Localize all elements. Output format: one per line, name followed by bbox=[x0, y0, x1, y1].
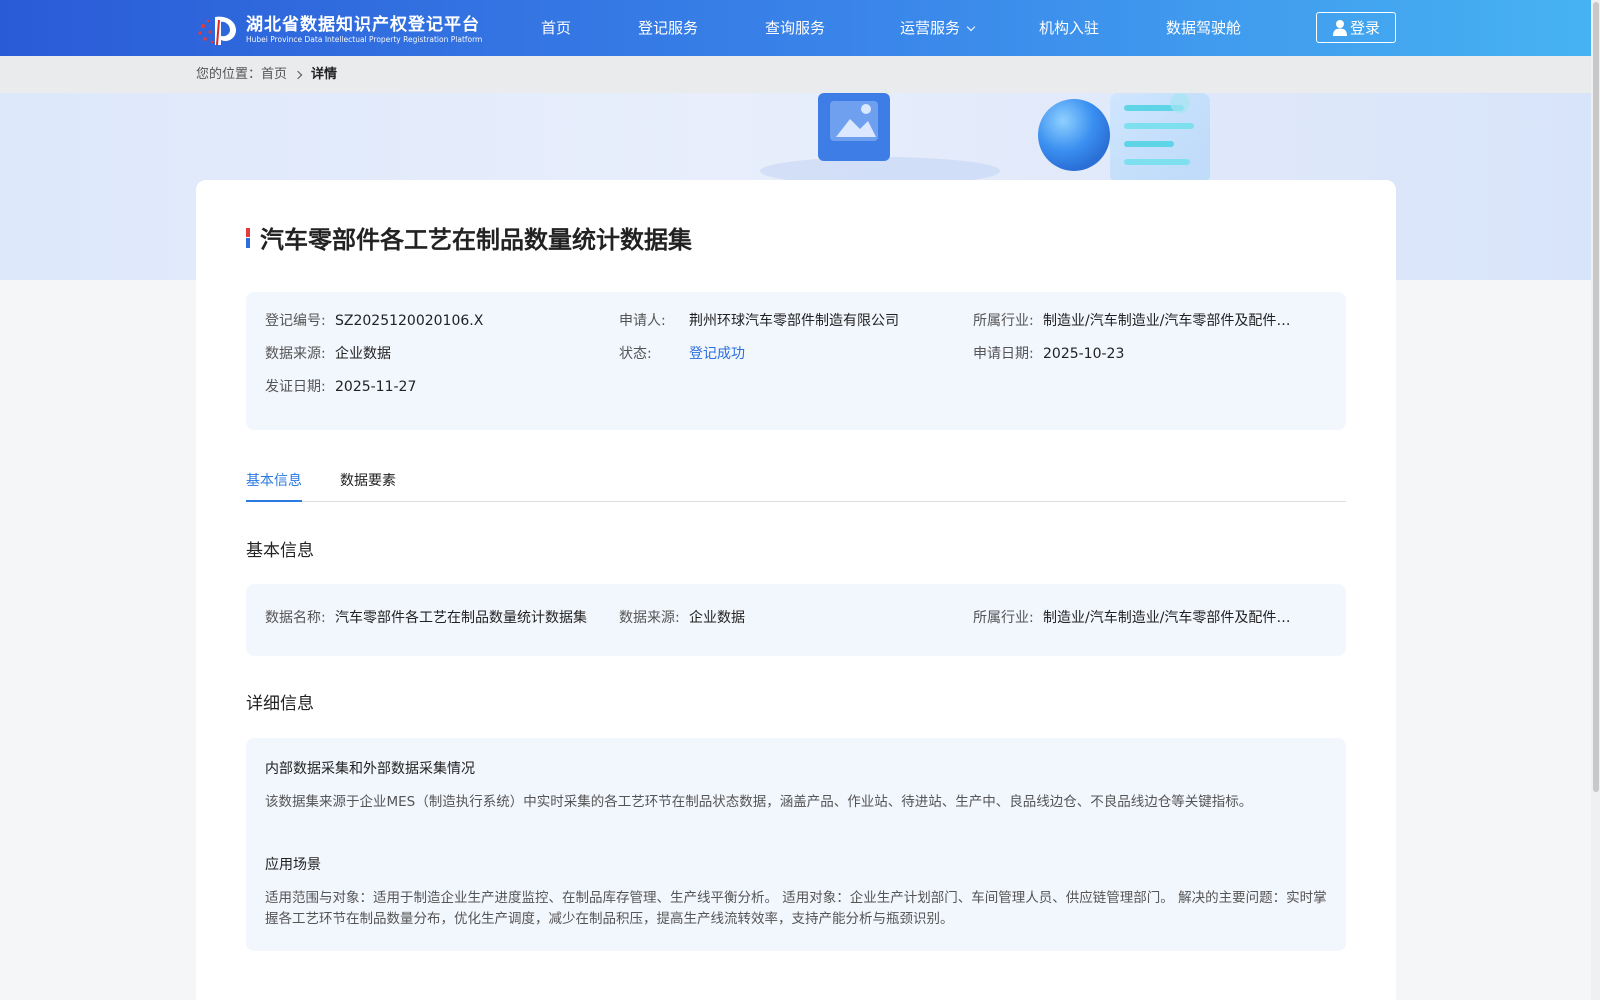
source-field: 数据来源: 企业数据 bbox=[265, 344, 391, 364]
breadcrumb-current: 详情 bbox=[311, 67, 338, 82]
scenario-heading: 应用场景 bbox=[265, 857, 321, 873]
reg-no-field: 登记编号: SZ2025120020106.X bbox=[265, 311, 483, 331]
industry-field: 所属行业: 制造业/汽车制造业/汽车零部件及配件制... bbox=[973, 311, 1303, 331]
platform-logo[interactable]: 湖北省数据知识产权登记平台 Hubei Province Data Intell… bbox=[196, 12, 482, 48]
breadcrumb-home[interactable]: 首页 bbox=[261, 56, 287, 93]
nav-home[interactable]: 首页 bbox=[541, 0, 571, 56]
data-name-value: 汽车零部件各工艺在制品数量统计数据集 bbox=[335, 610, 587, 626]
logo-title: 湖北省数据知识产权登记平台 bbox=[246, 15, 480, 35]
cert-date-label: 发证日期: bbox=[265, 379, 326, 395]
applicant-field: 申请人: 荆州环球汽车零部件制造有限公司 bbox=[619, 311, 899, 331]
detail-card: 汽车零部件各工艺在制品数量统计数据集 登记编号: SZ2025120020106.… bbox=[196, 180, 1396, 1000]
page-title: 汽车零部件各工艺在制品数量统计数据集 bbox=[260, 226, 692, 254]
scenario-text: 适用范围与对象：适用于制造企业生产进度监控、在制品库存管理、生产线平衡分析。 适… bbox=[265, 890, 1327, 927]
login-label: 登录 bbox=[1349, 19, 1380, 37]
apply-date-value: 2025-10-23 bbox=[1043, 346, 1125, 362]
logo-subtitle: Hubei Province Data Intellectual Propert… bbox=[246, 35, 483, 44]
reg-no-value: SZ2025120020106.X bbox=[335, 313, 484, 329]
top-navbar: 湖北省数据知识产权登记平台 Hubei Province Data Intell… bbox=[0, 0, 1600, 56]
chevron-right-icon bbox=[293, 70, 303, 79]
source-value: 企业数据 bbox=[335, 346, 391, 362]
page-scrollbar[interactable] bbox=[1591, 0, 1600, 1000]
apply-date-field: 申请日期: 2025-10-23 bbox=[973, 344, 1124, 364]
basic-info-heading: 基本信息 bbox=[246, 541, 314, 561]
basic-info-panel: 数据名称: 汽车零部件各工艺在制品数量统计数据集 数据来源: 企业数据 所属行业: 制… bbox=[246, 584, 1346, 656]
summary-panel: 登记编号: SZ2025120020106.X 申请人: 荆州环球汽车零部件制造有限… bbox=[246, 292, 1346, 430]
basic-source-label: 数据来源: bbox=[619, 610, 680, 626]
tab-data-elements[interactable]: 数据要素 bbox=[340, 470, 396, 502]
nav-data-cockpit[interactable]: 数据驾驶舱 bbox=[1166, 0, 1241, 56]
basic-industry-value: 制造业/汽车制造业/汽车零部件及配件制... bbox=[1043, 610, 1303, 626]
collection-heading: 内部数据采集和外部数据采集情况 bbox=[265, 761, 475, 777]
chevron-down-icon bbox=[966, 22, 976, 32]
basic-industry-field: 所属行业: 制造业/汽车制造业/汽车零部件及配件制... bbox=[973, 608, 1303, 628]
nav-query-service[interactable]: 查询服务 bbox=[765, 0, 825, 56]
nav-registration-service[interactable]: 登记服务 bbox=[638, 0, 698, 56]
detail-info-panel: 内部数据采集和外部数据采集情况 该数据集来源于企业MES（制造执行系统）中实时采… bbox=[246, 738, 1346, 951]
applicant-label: 申请人: bbox=[619, 313, 666, 329]
nav-operation-service-label: 运营服务 bbox=[900, 19, 961, 37]
breadcrumb-prefix: 您的位置： bbox=[196, 67, 262, 82]
breadcrumb-bar: 您的位置： 首页 详情 bbox=[0, 56, 1600, 93]
status-value: 登记成功 bbox=[689, 346, 745, 362]
login-button[interactable]: 登录 bbox=[1316, 12, 1396, 43]
collection-text: 该数据集来源于企业MES（制造执行系统）中实时采集的各工艺环节在制品状态数据，涵… bbox=[265, 794, 1253, 810]
status-field: 状态: 登记成功 bbox=[619, 344, 745, 364]
breadcrumb: 您的位置： 首页 详情 bbox=[196, 56, 337, 93]
source-label: 数据来源: bbox=[265, 346, 326, 362]
basic-industry-label: 所属行业: bbox=[973, 610, 1034, 626]
detail-info-heading: 详细信息 bbox=[246, 694, 314, 714]
reg-no-label: 登记编号: bbox=[265, 313, 326, 329]
data-name-field: 数据名称: 汽车零部件各工艺在制品数量统计数据集 bbox=[265, 608, 587, 628]
status-label: 状态: bbox=[619, 346, 652, 362]
nav-operation-service[interactable]: 运营服务 bbox=[900, 0, 976, 56]
applicant-value: 荆州环球汽车零部件制造有限公司 bbox=[689, 313, 899, 329]
logo-emblem-icon bbox=[198, 16, 236, 46]
industry-value: 制造业/汽车制造业/汽车零部件及配件制... bbox=[1043, 313, 1303, 329]
scrollbar-thumb[interactable] bbox=[1593, 2, 1599, 792]
industry-label: 所属行业: bbox=[973, 313, 1034, 329]
user-icon bbox=[1332, 20, 1347, 36]
detail-tabs: 基本信息 数据要素 bbox=[246, 470, 1346, 502]
title-accent-icon bbox=[246, 228, 250, 248]
basic-source-value: 企业数据 bbox=[689, 610, 745, 626]
cert-date-value: 2025-11-27 bbox=[335, 379, 417, 395]
data-name-label: 数据名称: bbox=[265, 610, 326, 626]
basic-source-field: 数据来源: 企业数据 bbox=[619, 608, 745, 628]
nav-institution-entry[interactable]: 机构入驻 bbox=[1039, 0, 1099, 56]
tab-basic-info[interactable]: 基本信息 bbox=[246, 470, 302, 502]
cert-date-field: 发证日期: 2025-11-27 bbox=[265, 377, 416, 397]
apply-date-label: 申请日期: bbox=[973, 346, 1034, 362]
